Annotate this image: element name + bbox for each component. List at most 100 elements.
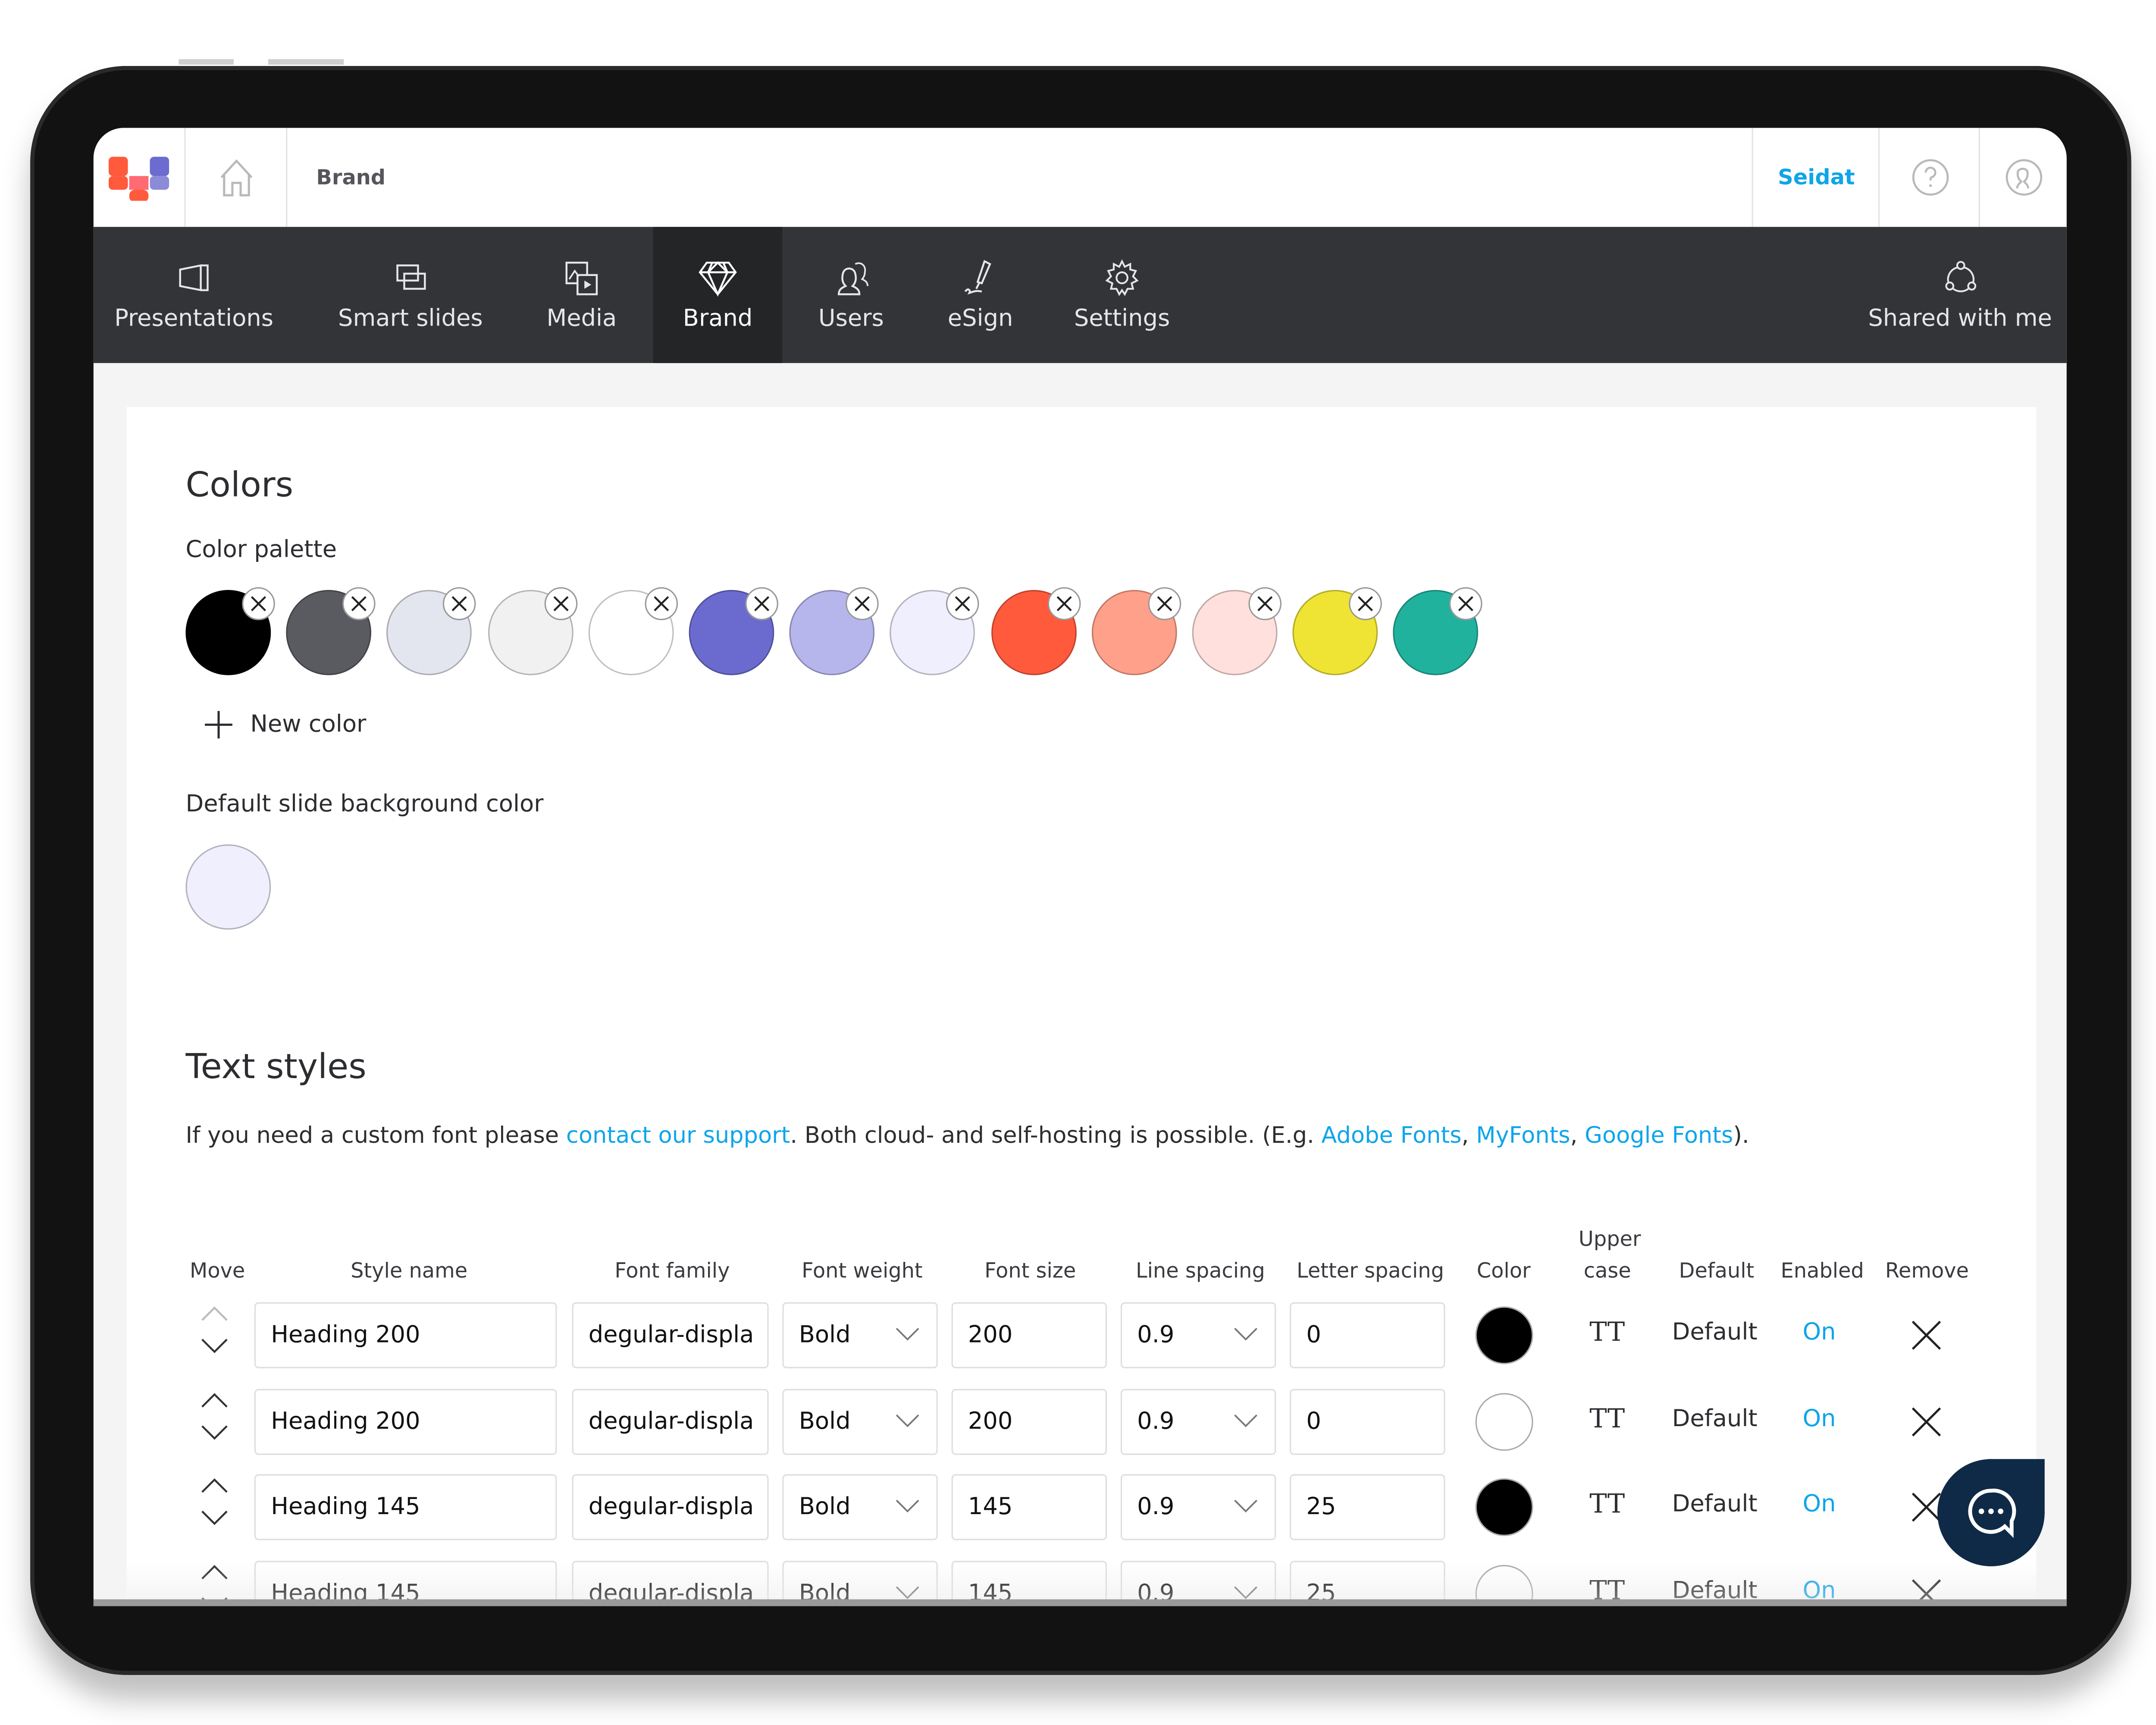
font-weight-select[interactable]: Bold xyxy=(782,1388,938,1455)
move-up-button[interactable] xyxy=(199,1477,229,1494)
header-line: Upper xyxy=(1578,1226,1641,1251)
new-color-button[interactable]: New color xyxy=(204,709,366,740)
remove-color-button[interactable] xyxy=(1047,587,1081,621)
horizontal-scrollbar[interactable] xyxy=(93,1599,2067,1606)
letter-spacing-input[interactable]: 0 xyxy=(1290,1388,1445,1455)
line-spacing-select[interactable]: 0.9 xyxy=(1120,1388,1276,1455)
nav-item-brand[interactable]: Brand xyxy=(653,227,783,363)
desc-text: If you need a custom font please xyxy=(185,1122,566,1148)
upper-case-toggle[interactable]: TT xyxy=(1589,1404,1625,1434)
upper-case-toggle[interactable]: TT xyxy=(1589,1490,1625,1520)
custom-font-description: If you need a custom font please contact… xyxy=(185,1122,1749,1148)
enabled-toggle[interactable]: On xyxy=(1803,1491,1836,1519)
remove-color-button[interactable] xyxy=(242,587,275,621)
default-toggle[interactable]: Default xyxy=(1672,1319,1758,1346)
nav-label: eSign xyxy=(947,304,1013,332)
remove-color-button[interactable] xyxy=(946,587,980,621)
default-toggle[interactable]: Default xyxy=(1672,1405,1758,1433)
move-up-button[interactable] xyxy=(199,1305,229,1321)
nav-item-settings[interactable]: Settings xyxy=(1059,227,1185,363)
desc-text: , xyxy=(1461,1122,1476,1148)
move-controls xyxy=(199,1391,241,1441)
letter-spacing-input[interactable]: 25 xyxy=(1290,1474,1445,1541)
font-family-select[interactable]: degular-displa xyxy=(572,1474,769,1541)
remove-color-button[interactable] xyxy=(544,587,577,621)
contact-support-link[interactable]: contact our support xyxy=(566,1122,790,1148)
font-weight-value: Bold xyxy=(799,1408,851,1436)
nav-item-esign[interactable]: eSign xyxy=(925,227,1035,363)
account-button[interactable] xyxy=(1978,128,2067,227)
move-controls xyxy=(199,1477,241,1527)
remove-style-button[interactable] xyxy=(1911,1406,1941,1443)
letter-spacing-value: 0 xyxy=(1306,1408,1321,1436)
move-up-button[interactable] xyxy=(199,1564,229,1580)
breadcrumb: Brand xyxy=(286,128,591,227)
remove-color-button[interactable] xyxy=(644,587,678,621)
move-down-button[interactable] xyxy=(199,1511,229,1527)
smart-slides-icon xyxy=(395,263,425,289)
enabled-toggle[interactable]: On xyxy=(1803,1405,1836,1433)
google-fonts-link[interactable]: Google Fonts xyxy=(1585,1122,1733,1148)
home-button[interactable] xyxy=(184,128,287,227)
style-name-input[interactable]: Heading 200 xyxy=(254,1302,557,1368)
organization-name[interactable]: Seidat xyxy=(1752,128,1880,227)
font-size-input[interactable]: 200 xyxy=(951,1388,1107,1455)
myfonts-link[interactable]: MyFonts xyxy=(1476,1122,1570,1148)
style-color-swatch[interactable] xyxy=(1475,1479,1533,1537)
font-size-input[interactable]: 200 xyxy=(951,1302,1107,1368)
chat-icon xyxy=(1968,1488,2016,1538)
remove-color-button[interactable] xyxy=(1450,587,1483,621)
nav-item-smart-slides[interactable]: Smart slides xyxy=(318,227,503,363)
chevron-down-icon xyxy=(1234,1414,1257,1427)
default-toggle[interactable]: Default xyxy=(1672,1491,1758,1519)
remove-style-button[interactable] xyxy=(1911,1320,1941,1357)
adobe-fonts-link[interactable]: Adobe Fonts xyxy=(1321,1122,1461,1148)
close-icon xyxy=(1912,1320,1941,1350)
app-logo[interactable] xyxy=(94,128,184,227)
user-icon xyxy=(2006,159,2043,196)
letter-spacing-input[interactable]: 0 xyxy=(1290,1302,1445,1368)
desc-text: , xyxy=(1570,1122,1585,1148)
line-spacing-select[interactable]: 0.9 xyxy=(1120,1302,1276,1368)
remove-color-button[interactable] xyxy=(846,587,879,621)
font-weight-value: Bold xyxy=(799,1321,851,1349)
font-size-value: 200 xyxy=(968,1321,1013,1349)
enabled-toggle[interactable]: On xyxy=(1803,1319,1836,1346)
line-spacing-select[interactable]: 0.9 xyxy=(1120,1474,1276,1541)
help-button[interactable] xyxy=(1878,128,1980,227)
remove-color-button[interactable] xyxy=(342,587,376,621)
font-size-value: 145 xyxy=(968,1494,1013,1522)
top-bar: Brand Seidat xyxy=(93,128,2067,229)
chat-button[interactable] xyxy=(1937,1459,2045,1567)
upper-case-toggle[interactable]: TT xyxy=(1589,1317,1625,1348)
default-bg-label: Default slide background color xyxy=(185,790,544,819)
move-down-button[interactable] xyxy=(199,1424,229,1441)
style-color-swatch[interactable] xyxy=(1475,1306,1533,1364)
font-weight-select[interactable]: Bold xyxy=(782,1474,938,1541)
remove-color-button[interactable] xyxy=(1349,587,1382,621)
font-family-value: degular-displa xyxy=(588,1321,754,1349)
style-name-input[interactable]: Heading 200 xyxy=(254,1388,557,1455)
style-color-swatch[interactable] xyxy=(1475,1393,1533,1451)
font-size-value: 200 xyxy=(968,1408,1013,1436)
style-name-input[interactable]: Heading 145 xyxy=(254,1474,557,1541)
default-bg-swatch[interactable] xyxy=(185,844,271,930)
nav-item-shared-with-me[interactable]: Shared with me xyxy=(1854,227,2067,363)
nav-item-media[interactable]: Media xyxy=(524,227,639,363)
move-up-button[interactable] xyxy=(199,1391,229,1408)
close-icon xyxy=(351,596,367,612)
font-size-input[interactable]: 145 xyxy=(951,1474,1107,1541)
nav-item-users[interactable]: Users xyxy=(802,227,901,363)
close-icon xyxy=(754,596,770,612)
font-family-select[interactable]: degular-displa xyxy=(572,1388,769,1455)
remove-color-button[interactable] xyxy=(443,587,476,621)
font-weight-select[interactable]: Bold xyxy=(782,1302,938,1368)
font-family-select[interactable]: degular-displa xyxy=(572,1302,769,1368)
close-icon xyxy=(1458,596,1474,612)
remove-color-button[interactable] xyxy=(745,587,778,621)
remove-color-button[interactable] xyxy=(1248,587,1282,621)
nav-item-presentations[interactable]: Presentations xyxy=(94,227,295,363)
close-icon xyxy=(1257,596,1273,612)
move-down-button[interactable] xyxy=(199,1338,229,1355)
remove-color-button[interactable] xyxy=(1148,587,1181,621)
